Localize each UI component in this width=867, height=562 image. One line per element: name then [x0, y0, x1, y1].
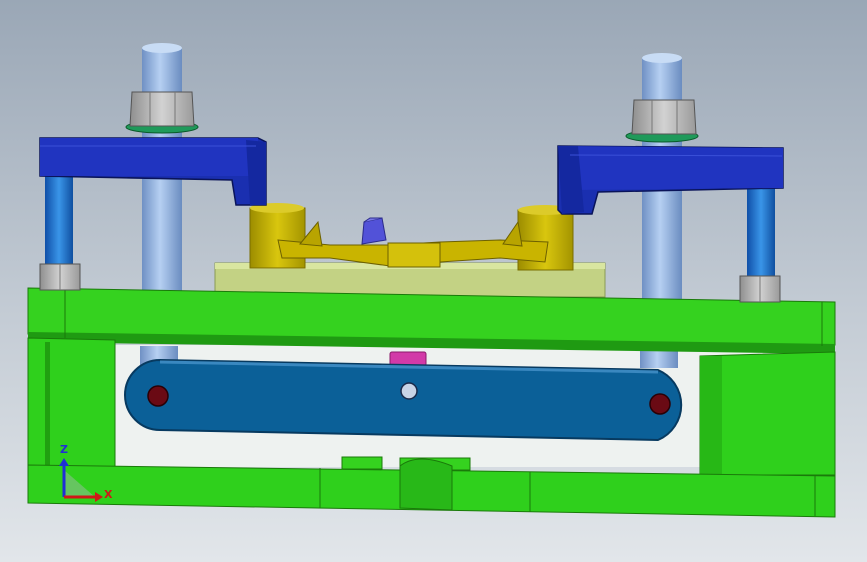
assembly-model[interactable]: [0, 0, 867, 562]
guide-pin-left[interactable]: [45, 176, 73, 268]
hex-nut-lower-left[interactable]: [39, 263, 81, 291]
link-pin-left[interactable]: [147, 385, 169, 407]
link-pin-right[interactable]: [649, 393, 671, 415]
triad-z-label: Z: [60, 443, 68, 456]
guide-pin-right[interactable]: [747, 188, 775, 280]
hex-nut-upper-left[interactable]: [129, 91, 195, 127]
top-rail[interactable]: [27, 287, 836, 354]
frame-column-left[interactable]: [27, 337, 116, 471]
center-pivot-pin[interactable]: [400, 382, 418, 400]
link-bar[interactable]: [124, 358, 683, 442]
triad-x-label: X: [104, 488, 113, 501]
frame-column-right[interactable]: [699, 351, 836, 476]
locating-block[interactable]: [361, 217, 387, 245]
workpiece-fixture[interactable]: [249, 203, 574, 271]
hex-nut-lower-right[interactable]: [739, 275, 781, 303]
cad-viewport[interactable]: Z X: [0, 0, 867, 562]
hex-nut-upper-right[interactable]: [631, 99, 697, 135]
